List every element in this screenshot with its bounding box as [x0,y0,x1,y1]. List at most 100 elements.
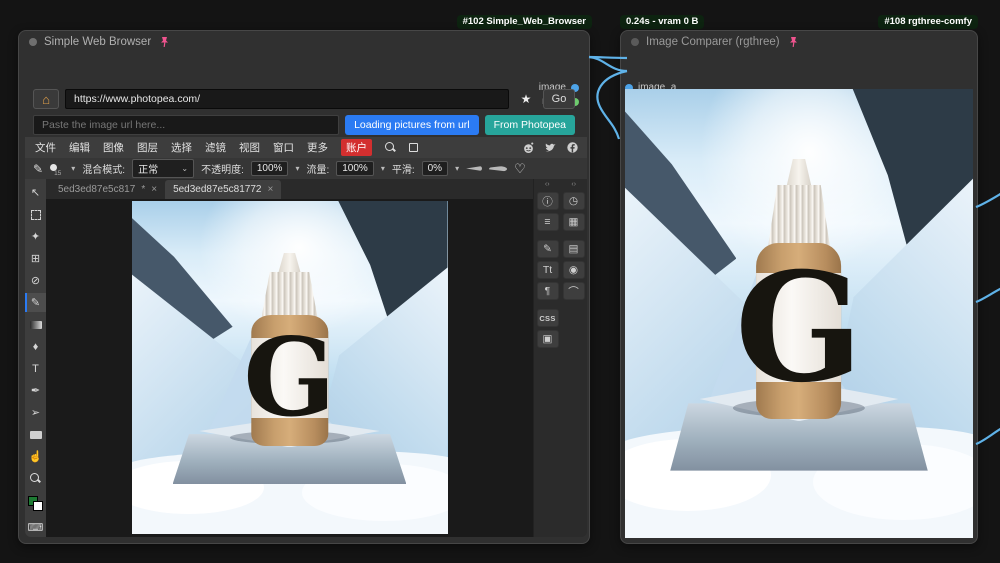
from-photopea-button[interactable]: From Photopea [485,115,575,135]
layers-panel-button[interactable]: ▤ [563,240,585,258]
smooth-dropdown-icon[interactable]: ▾ [455,164,459,173]
panel-buttons: ⓘ ◷ ≡ ▦ ✎ ▤ Tt ◉ ¶ ⌒ CSS ▣ [537,192,585,348]
image-comparer-node[interactable]: Image Comparer (rgthree) image_a image_b [620,30,978,544]
menu-layer[interactable]: 图层 [137,140,158,155]
photopea-menubar: 文件 编辑 图像 图层 选择 滤镜 视图 窗口 更多 账户 [25,137,587,158]
bookmark-button[interactable]: ★ [515,89,537,109]
reddit-icon[interactable] [522,141,535,154]
tab-close-icon[interactable]: × [268,184,274,195]
menu-select[interactable]: 选择 [171,140,192,155]
background-color[interactable] [33,501,43,511]
photopea-main: ↖ ✦ ⊞ ⊘ ✎ ♦ T ✒ ➢ ☝ [25,179,587,537]
url-input[interactable] [65,89,509,109]
panel-collapse-icon[interactable]: ‹› [545,181,550,190]
brush-dropdown-icon[interactable]: ▾ [71,164,75,173]
panel-collapse-icon[interactable]: ‹› [571,181,576,190]
menu-view[interactable]: 视图 [239,140,260,155]
photopea-right-panel: ‹› ‹› ⓘ ◷ ≡ ▦ ✎ ▤ Tt ◉ ¶ ⌒ CSS [533,179,587,537]
magnifier-icon [30,473,41,484]
bottle-body: G [757,243,842,419]
move-tool[interactable]: ↖ [25,183,46,202]
document-tab-active[interactable]: 5ed3ed87e5c81772 × [165,180,281,199]
info-panel-button[interactable]: ⓘ [537,192,559,210]
foreground-background-colors [28,496,43,511]
photopea-canvas[interactable]: G [46,199,533,537]
color-swatches[interactable] [25,491,46,515]
menu-more[interactable]: 更多 [307,140,328,155]
character-panel-button[interactable]: Tt [537,261,559,279]
magic-wand-tool[interactable]: ✦ [25,227,46,246]
document-tab[interactable]: 5ed3ed87e5c817 * × [50,180,165,199]
search-icon[interactable] [385,142,396,153]
gradient-tool[interactable] [25,315,46,334]
opacity-value: 100% [257,163,283,174]
paste-image-url-input[interactable] [33,115,339,135]
paragraph-panel-button[interactable]: ¶ [537,282,559,300]
zoom-tool[interactable] [25,469,46,488]
marquee-tool[interactable] [25,205,46,224]
brush-panel-button[interactable]: ✎ [537,240,559,258]
crop-tool[interactable]: ⊞ [25,249,46,268]
smooth-label: 平滑: [392,161,415,176]
brush-size-control[interactable]: 15 [50,163,64,174]
flow-input[interactable]: 100% [336,161,374,176]
node-title-bar[interactable]: Simple Web Browser [19,31,589,53]
collapse-dot-icon[interactable] [29,38,37,46]
path-select-tool[interactable]: ➢ [25,403,46,422]
opacity-dropdown-icon[interactable]: ▾ [295,164,299,173]
comfyui-canvas[interactable]: #102 Simple_Web_Browser 0.24s - vram 0 B… [0,0,1000,563]
home-button[interactable]: ⌂ [33,89,59,109]
loading-pictures-button[interactable]: Loading pictures from url [345,115,479,135]
shape-tool[interactable] [25,425,46,444]
adjustments-panel-button[interactable]: ≡ [537,213,559,231]
menu-image[interactable]: 图像 [103,140,124,155]
history-panel-button[interactable]: ◷ [563,192,585,210]
stroke-taper-icon[interactable] [466,166,482,171]
blur-tool[interactable]: ♦ [25,337,46,356]
menu-file[interactable]: 文件 [35,140,56,155]
channels-panel-button[interactable]: ◉ [563,261,585,279]
navigator-panel-button[interactable]: ▦ [563,213,585,231]
photopea-toolbar: ↖ ✦ ⊞ ⊘ ✎ ♦ T ✒ ➢ ☝ [25,179,46,537]
stroke-pressure-icon[interactable] [489,166,507,172]
opacity-input[interactable]: 100% [251,161,289,176]
photopea-app[interactable]: 文件 编辑 图像 图层 选择 滤镜 视图 窗口 更多 账户 [25,137,587,537]
product-photo: G [625,89,973,538]
hand-tool[interactable]: ☝ [25,447,46,466]
menu-edit[interactable]: 编辑 [69,140,90,155]
menu-account[interactable]: 账户 [341,139,372,156]
css-panel-button[interactable]: CSS [537,309,559,327]
node-title-bar[interactable]: Image Comparer (rgthree) [621,31,977,53]
simple-web-browser-node[interactable]: Simple Web Browser image mask ⌂ ★ Go [18,30,590,544]
node-title: Image Comparer (rgthree) [646,36,780,48]
execution-time-badge: 0.24s - vram 0 B [620,15,704,29]
go-button[interactable]: Go [543,89,575,109]
facebook-icon[interactable] [566,141,579,154]
bottle-body: G [251,315,328,445]
menu-window[interactable]: 窗口 [273,140,294,155]
keyboard-shortcuts-button[interactable]: ⌨ [25,518,46,537]
twitter-icon[interactable] [544,141,557,154]
gradient-icon [30,321,42,329]
brush-tool[interactable]: ✎ [25,293,46,312]
type-tool[interactable]: T [25,359,46,378]
browser-url-row: ⌂ ★ Go [33,89,575,109]
menu-filter[interactable]: 滤镜 [205,140,226,155]
tab-close-icon[interactable]: × [151,184,157,195]
comparer-image-preview[interactable]: G [625,89,973,538]
smooth-input[interactable]: 0% [422,161,448,176]
paths-panel-button[interactable]: ⌒ [563,282,585,300]
brush-preset-icon[interactable]: ✎ [33,162,43,176]
heart-icon[interactable]: ♡ [514,161,526,177]
collapse-dot-icon[interactable] [631,38,639,46]
home-icon: ⌂ [42,92,50,107]
flow-dropdown-icon[interactable]: ▾ [381,164,385,173]
blend-mode-select[interactable]: 正常 ⌄ [132,159,194,178]
image-panel-button[interactable]: ▣ [537,330,559,348]
pen-tool[interactable]: ✒ [25,381,46,400]
smooth-value: 0% [428,163,442,174]
healing-tool[interactable]: ⊘ [25,271,46,290]
bottle-tip [278,253,301,274]
node-id-badge-browser: #102 Simple_Web_Browser [457,15,592,29]
fullscreen-icon[interactable] [409,143,418,152]
